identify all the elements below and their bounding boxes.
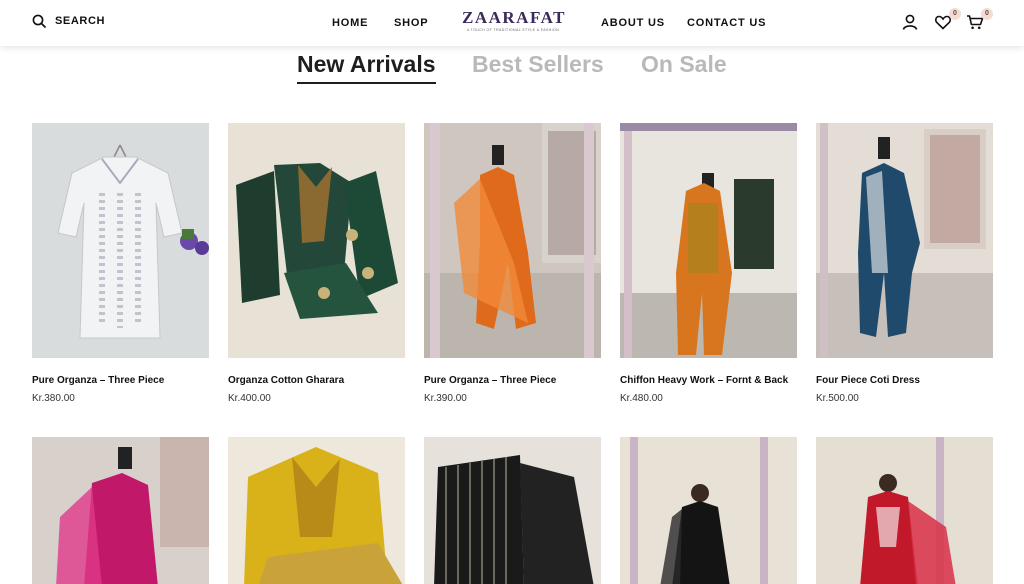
tab-on-sale[interactable]: On Sale (641, 51, 727, 78)
search-label: SEARCH (55, 15, 106, 27)
product-card[interactable]: Four Piece Coti Dress Kr.500.00 (816, 123, 993, 404)
nav-about[interactable]: ABOUT US (601, 17, 665, 29)
product-card[interactable] (424, 437, 601, 584)
product-card[interactable]: Pure Organza – Three Piece Kr.380.00 (32, 123, 209, 404)
product-image[interactable] (620, 123, 797, 358)
product-name[interactable]: Pure Organza – Three Piece (424, 375, 601, 386)
search-icon (32, 14, 46, 28)
product-image[interactable] (228, 123, 405, 358)
cart-button[interactable]: 0 (966, 8, 993, 33)
product-price: Kr.400.00 (228, 393, 271, 404)
product-image[interactable] (228, 437, 405, 584)
wishlist-button[interactable]: 0 (934, 8, 961, 33)
account-button[interactable] (901, 13, 921, 33)
nav-shop[interactable]: SHOP (394, 17, 428, 29)
product-card[interactable]: Organza Cotton Gharara Kr.400.00 (228, 123, 405, 404)
nav-contact[interactable]: CONTACT US (687, 17, 766, 29)
product-card[interactable]: Chiffon Heavy Work – Fornt & Back Kr.480… (620, 123, 797, 404)
active-tab-underline (297, 82, 436, 84)
product-image[interactable] (424, 123, 601, 358)
site-header: SEARCH HOME SHOP ZAARAFAT A TOUCH OF TRA… (0, 0, 1024, 46)
product-price: Kr.380.00 (32, 393, 75, 404)
product-card[interactable] (228, 437, 405, 584)
product-name[interactable]: Organza Cotton Gharara (228, 375, 405, 386)
product-card[interactable]: Pure Organza – Three Piece Kr.390.00 (424, 123, 601, 404)
product-image[interactable] (620, 437, 797, 584)
product-card[interactable] (816, 437, 993, 584)
site-logo[interactable]: ZAARAFAT A TOUCH OF TRADITIONAL STYLE & … (462, 8, 566, 33)
product-price: Kr.500.00 (816, 393, 859, 404)
product-image[interactable] (816, 437, 993, 584)
product-price: Kr.480.00 (620, 393, 663, 404)
product-card[interactable] (620, 437, 797, 584)
product-name[interactable]: Four Piece Coti Dress (816, 375, 993, 386)
product-price: Kr.390.00 (424, 393, 467, 404)
product-image[interactable] (32, 437, 209, 584)
search-button[interactable]: SEARCH (32, 14, 105, 28)
tab-best-sellers[interactable]: Best Sellers (472, 51, 604, 78)
nav-home[interactable]: HOME (332, 17, 368, 29)
product-image[interactable] (424, 437, 601, 584)
cart-count-badge: 0 (981, 8, 993, 20)
product-image[interactable] (816, 123, 993, 358)
logo-tagline: A TOUCH OF TRADITIONAL STYLE & FASHION (466, 28, 560, 32)
product-image[interactable] (32, 123, 209, 358)
user-icon (902, 14, 918, 30)
wishlist-count-badge: 0 (949, 8, 961, 20)
product-name[interactable]: Chiffon Heavy Work – Fornt & Back (620, 375, 797, 386)
product-name[interactable]: Pure Organza – Three Piece (32, 375, 209, 386)
tab-new-arrivals[interactable]: New Arrivals (297, 51, 436, 78)
logo-text: ZAARAFAT (462, 8, 566, 27)
product-card[interactable] (32, 437, 209, 584)
